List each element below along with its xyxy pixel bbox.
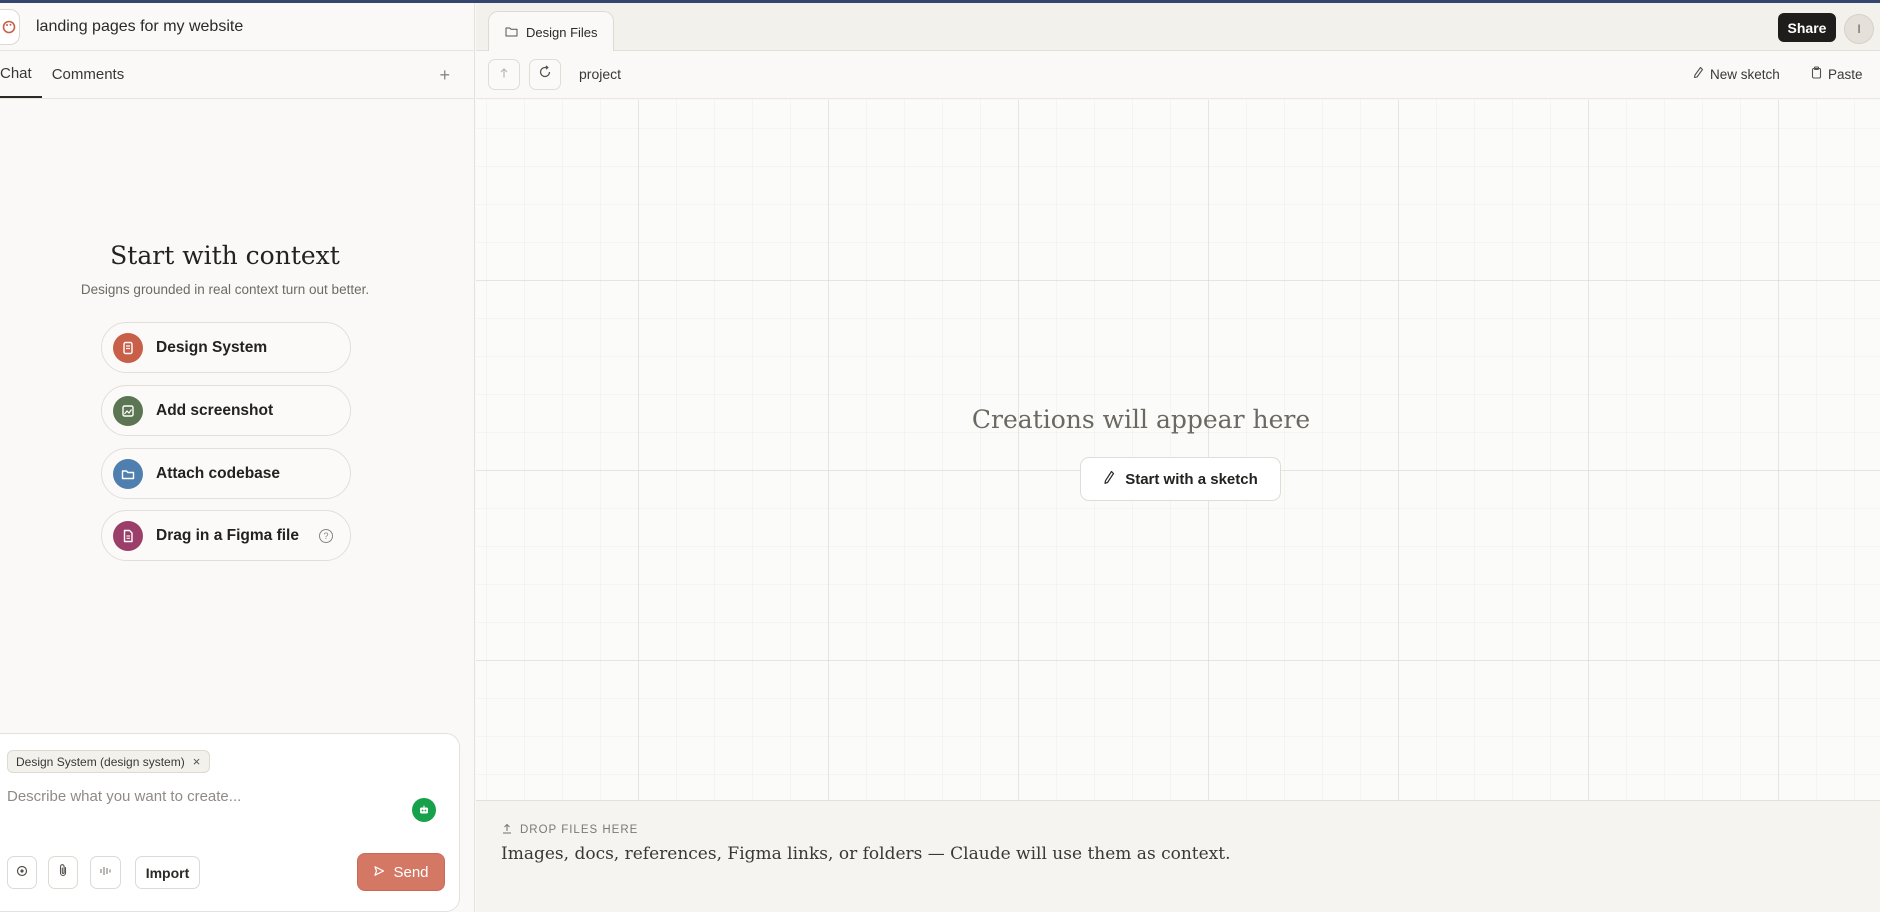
start-sketch-label: Start with a sketch	[1125, 470, 1258, 488]
user-avatar[interactable]: I	[1844, 14, 1874, 44]
refresh-icon	[538, 65, 552, 84]
figma-file-label: Drag in a Figma file	[156, 526, 299, 544]
add-screenshot-label: Add screenshot	[156, 401, 274, 419]
chip-close-icon[interactable]: ×	[193, 754, 201, 769]
assistant-bot-icon[interactable]	[412, 798, 436, 822]
document-icon	[113, 520, 143, 551]
prompt-composer: Design System (design system) × Import	[0, 733, 460, 912]
breadcrumb-project[interactable]: project	[579, 66, 621, 82]
help-icon[interactable]: ?	[319, 529, 333, 543]
empty-state-title: Creations will appear here	[971, 405, 1311, 434]
design-panel: Design Files Share I project New sketch	[476, 3, 1880, 912]
attached-context-chip[interactable]: Design System (design system) ×	[7, 750, 211, 773]
file-dropzone[interactable]: DROP FILES HERE Images, docs, references…	[476, 800, 1880, 912]
dropzone-description: Images, docs, references, Figma links, o…	[501, 844, 1231, 864]
paperclip-icon	[57, 863, 69, 882]
upload-button[interactable]	[488, 59, 520, 90]
project-title[interactable]: landing pages for my website	[36, 18, 243, 36]
context-subtitle: Designs grounded in real context turn ou…	[80, 282, 370, 297]
chat-panel: landing pages for my website Chat Commen…	[0, 3, 475, 912]
add-tab-button[interactable]: +	[439, 65, 450, 86]
tab-comments[interactable]: Comments	[52, 51, 125, 98]
paste-button[interactable]: Paste	[1811, 66, 1863, 82]
design-system-button[interactable]: Design System	[101, 322, 351, 373]
dropzone-heading-label: DROP FILES HERE	[520, 824, 639, 836]
attach-codebase-label: Attach codebase	[156, 464, 281, 482]
design-canvas[interactable]: Creations will appear here Start with a …	[476, 100, 1880, 800]
start-sketch-button[interactable]: Start with a sketch	[1080, 457, 1281, 501]
figma-file-button[interactable]: Drag in a Figma file ?	[101, 510, 351, 561]
attach-button[interactable]	[48, 856, 78, 889]
new-sketch-button[interactable]: New sketch	[1693, 66, 1780, 82]
palette-logo-icon[interactable]	[0, 8, 20, 45]
import-button[interactable]: Import	[135, 856, 200, 889]
folder-icon	[113, 458, 143, 489]
arrow-up-icon	[498, 66, 510, 84]
add-screenshot-button[interactable]: Add screenshot	[101, 385, 351, 436]
paste-label: Paste	[1828, 66, 1863, 82]
refresh-button[interactable]	[529, 59, 561, 90]
upload-icon	[502, 823, 512, 837]
dropzone-heading: DROP FILES HERE	[502, 823, 638, 837]
design-system-icon	[113, 332, 143, 363]
file-tab-bar: Design Files Share I	[476, 3, 1880, 52]
tab-design-files[interactable]: Design Files	[488, 11, 614, 52]
canvas-toolbar: project New sketch Paste	[476, 51, 1880, 99]
tab-chat[interactable]: Chat	[0, 51, 42, 98]
context-intro: Start with context Designs grounded in r…	[0, 241, 450, 297]
chat-tabs: Chat Comments +	[0, 51, 474, 99]
waveform-icon	[99, 864, 113, 882]
chip-label: Design System (design system)	[16, 754, 185, 769]
send-button[interactable]: Send	[357, 853, 445, 891]
attach-codebase-button[interactable]: Attach codebase	[101, 448, 351, 499]
new-sketch-label: New sketch	[1710, 66, 1780, 82]
project-header: landing pages for my website	[0, 3, 474, 51]
voice-button[interactable]	[90, 856, 121, 889]
folder-icon	[505, 25, 518, 40]
image-icon	[113, 395, 143, 426]
tab-label: Design Files	[526, 24, 598, 40]
share-button[interactable]: Share	[1778, 13, 1836, 42]
clipboard-icon	[1811, 66, 1822, 82]
pencil-icon	[1103, 470, 1115, 489]
send-label: Send	[393, 863, 429, 881]
design-system-label: Design System	[156, 338, 268, 356]
target-button[interactable]	[7, 856, 37, 889]
target-icon	[16, 864, 28, 882]
prompt-input[interactable]	[7, 788, 387, 805]
context-title: Start with context	[110, 241, 340, 270]
pencil-icon	[1693, 66, 1704, 82]
send-icon	[373, 864, 385, 881]
